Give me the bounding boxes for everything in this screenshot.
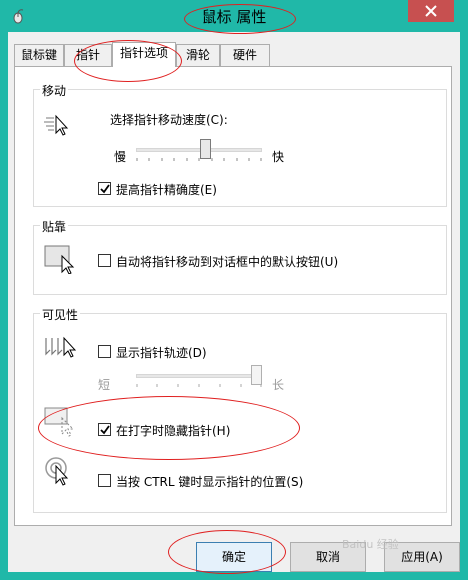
watermark: Baidu 经验 xyxy=(342,538,399,551)
visibility-group: 可见性 显示指针轨迹(D) 短 长 在打字时隐藏指针(H) 当按 CTRL 键时… xyxy=(33,306,447,513)
fast-label: 快 xyxy=(272,150,285,164)
snap-checkbox[interactable] xyxy=(98,254,111,267)
trail-length-slider-track[interactable] xyxy=(136,374,262,378)
trails-checkbox[interactable] xyxy=(98,345,111,358)
long-label: 长 xyxy=(272,378,285,392)
snap-to-icon xyxy=(44,245,75,274)
tab-buttons[interactable]: 鼠标键 xyxy=(14,44,64,66)
tab-wheel[interactable]: 滑轮 xyxy=(176,44,220,66)
slow-label: 慢 xyxy=(114,150,127,164)
tab-panel: 移动 选择指针移动速度(C): 慢 快 提高指针精确度(E) 贴靠 自动将指针移… xyxy=(14,66,452,526)
ok-button[interactable]: 确定 xyxy=(196,542,272,572)
tab-pointer-options[interactable]: 指针选项 xyxy=(112,42,176,67)
close-button[interactable] xyxy=(408,0,454,22)
hide-while-typing-label: 在打字时隐藏指针(H) xyxy=(116,424,231,438)
precision-label: 提高指针精确度(E) xyxy=(116,183,217,197)
checkmark-icon xyxy=(100,425,110,435)
motion-group: 移动 选择指针移动速度(C): 慢 快 提高指针精确度(E) xyxy=(33,82,447,207)
tab-pointers[interactable]: 指针 xyxy=(64,44,112,66)
show-location-checkbox[interactable] xyxy=(98,474,111,487)
snap-group: 贴靠 自动将指针移动到对话框中的默认按钮(U) xyxy=(33,218,447,295)
snap-label: 自动将指针移动到对话框中的默认按钮(U) xyxy=(116,255,339,269)
precision-checkbox[interactable] xyxy=(98,182,111,195)
snap-group-label: 贴靠 xyxy=(40,218,69,235)
title-bar[interactable]: 鼠标 属性 xyxy=(0,0,468,32)
trail-length-slider-thumb[interactable] xyxy=(251,365,262,385)
window-title: 鼠标 属性 xyxy=(201,8,267,26)
show-location-icon xyxy=(45,457,69,486)
pointer-trails-icon xyxy=(45,336,77,358)
show-location-label: 当按 CTRL 键时显示指针的位置(S) xyxy=(116,475,304,489)
trail-length-slider-ticks xyxy=(136,384,262,387)
checkmark-icon xyxy=(100,184,110,194)
short-label: 短 xyxy=(98,378,111,392)
speed-slider-thumb[interactable] xyxy=(199,139,211,159)
close-icon xyxy=(425,5,437,17)
pointer-speed-icon xyxy=(44,114,69,136)
hide-while-typing-icon xyxy=(44,407,75,437)
visibility-group-label: 可见性 xyxy=(40,306,81,323)
tab-hardware[interactable]: 硬件 xyxy=(220,44,270,66)
hide-while-typing-checkbox[interactable] xyxy=(98,423,111,436)
trails-label: 显示指针轨迹(D) xyxy=(116,346,207,360)
motion-group-label: 移动 xyxy=(40,82,69,99)
speed-label: 选择指针移动速度(C): xyxy=(110,113,228,127)
